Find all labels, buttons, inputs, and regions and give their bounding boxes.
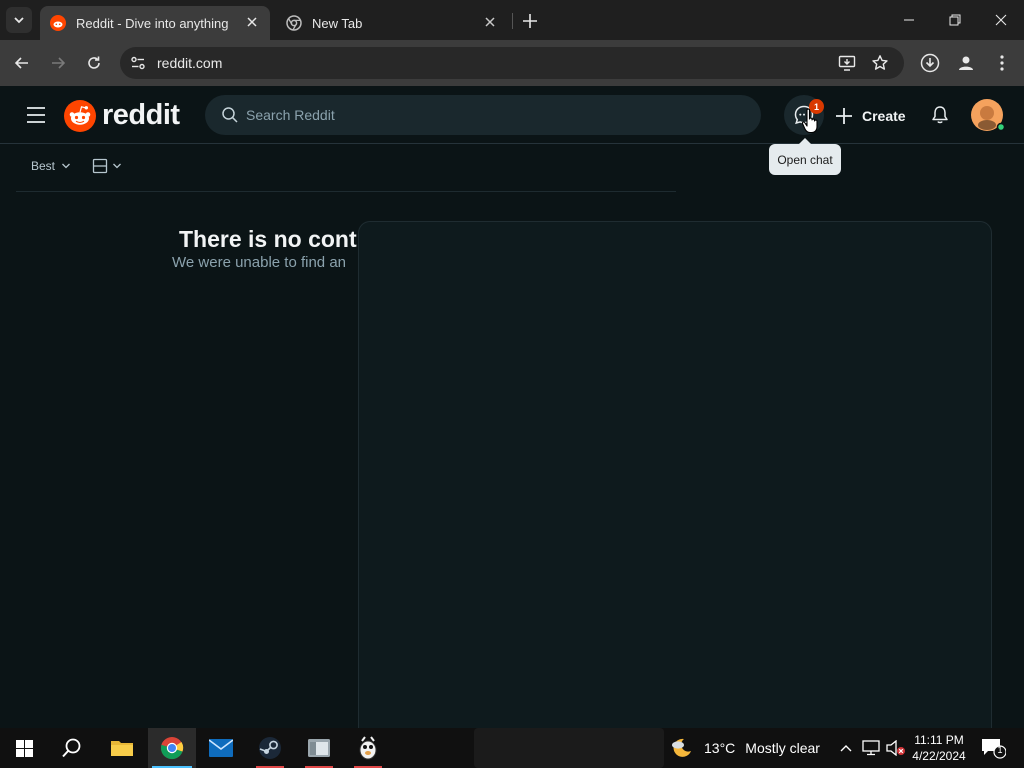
avatar (971, 99, 1006, 132)
notification-count: 1 (997, 745, 1003, 755)
moon-cloud-icon (672, 738, 691, 757)
feed-divider (16, 191, 676, 192)
hamburger-icon (27, 107, 45, 123)
action-center-button[interactable]: 1 (980, 737, 1007, 759)
address-bar[interactable]: reddit.com (120, 47, 904, 79)
chevron-down-icon (62, 163, 70, 169)
profile-button[interactable] (954, 51, 978, 75)
bell-icon (932, 106, 948, 124)
restore-button[interactable] (932, 0, 978, 40)
url-text: reddit.com (157, 55, 223, 71)
sort-dropdown[interactable]: Best (31, 159, 71, 173)
clock-date: 4/22/2024 (912, 749, 966, 763)
create-post-button[interactable]: Create (834, 96, 906, 136)
taskbar-app-character[interactable] (344, 728, 392, 768)
tab-title: New Tab (312, 15, 363, 31)
empty-state-subtitle: We were unable to find an (172, 254, 347, 271)
start-button[interactable] (0, 728, 48, 768)
minimize-icon (904, 19, 914, 21)
arrow-left-icon (14, 57, 28, 69)
site-info-icon[interactable] (130, 55, 146, 71)
reddit-wordmark: reddit (102, 99, 180, 131)
taskbar-search-button[interactable] (48, 728, 96, 768)
chevron-up-icon[interactable] (839, 742, 853, 754)
reload-button[interactable] (82, 51, 106, 75)
tab-reddit[interactable]: Reddit - Dive into anything (40, 6, 270, 40)
search-icon (222, 107, 238, 123)
download-icon (920, 53, 940, 73)
chevron-down-icon (113, 163, 121, 169)
taskbar-blurred-region (474, 728, 664, 768)
open-chat-tooltip: Open chat (769, 138, 841, 175)
forward-button[interactable] (46, 51, 70, 75)
chrome-menu-button[interactable] (990, 51, 1014, 75)
taskbar-mail[interactable] (197, 728, 245, 768)
hand-cursor-icon (801, 108, 818, 134)
weather-temperature: 13°C (704, 740, 736, 756)
close-icon (995, 14, 1007, 26)
close-tab-icon[interactable] (244, 14, 260, 30)
hamburger-menu-button[interactable] (26, 105, 46, 125)
back-button[interactable] (10, 51, 34, 75)
install-app-icon[interactable] (838, 54, 856, 72)
chrome-icon (161, 737, 184, 760)
profile-icon (959, 56, 973, 70)
network-icon[interactable] (862, 740, 880, 756)
windows-logo-icon (15, 739, 33, 757)
search-placeholder: Search Reddit (246, 107, 335, 123)
browser-tab-strip: Reddit - Dive into anything New Tab (0, 0, 1024, 40)
minimize-button[interactable] (886, 0, 932, 40)
taskbar-steam[interactable] (246, 728, 294, 768)
tab-separator (512, 13, 513, 29)
view-mode-dropdown[interactable] (92, 158, 122, 174)
mail-icon (209, 739, 233, 757)
close-window-button[interactable] (978, 0, 1024, 40)
reload-icon (88, 56, 100, 69)
search-icon (62, 738, 81, 758)
tab-title: Reddit - Dive into anything (76, 15, 229, 31)
sort-bar: Best (31, 158, 122, 174)
snoo-icon (64, 99, 96, 132)
downloads-button[interactable] (918, 51, 942, 75)
kebab-menu-icon (1000, 55, 1004, 71)
empty-state-title: There is no cont (179, 226, 357, 252)
arrow-right-icon (52, 57, 66, 69)
reddit-favicon-icon (50, 15, 66, 31)
close-tab-icon[interactable] (482, 14, 498, 30)
plus-icon (836, 108, 852, 124)
bookmark-star-icon[interactable] (871, 54, 889, 72)
notifications-button[interactable] (920, 95, 960, 135)
chrome-favicon-icon (286, 15, 302, 31)
weather-widget[interactable]: 13°C Mostly clear (670, 736, 820, 760)
search-input[interactable]: Search Reddit (205, 95, 761, 135)
app-window-icon (308, 739, 330, 757)
tab-search-button[interactable] (6, 7, 32, 33)
sort-label: Best (31, 159, 56, 173)
new-tab-plus-icon[interactable] (518, 9, 542, 33)
taskbar-file-explorer[interactable] (98, 728, 146, 768)
reddit-logo[interactable]: reddit (64, 99, 180, 132)
clock-time: 11:11 PM (914, 733, 964, 747)
chevron-down-icon (14, 17, 24, 24)
taskbar-chrome[interactable] (148, 728, 196, 768)
folder-icon (111, 741, 133, 756)
restore-icon (949, 14, 961, 26)
steam-icon (259, 737, 281, 759)
system-clock[interactable]: 11:11 PM 4/22/2024 (906, 732, 972, 764)
windows-taskbar: 13°C Mostly clear 11:11 PM 4/22/2024 1 (0, 728, 1024, 768)
user-avatar-button[interactable] (971, 99, 1006, 133)
tab-new-tab[interactable]: New Tab (276, 6, 508, 40)
card-view-icon (92, 158, 108, 174)
volume-muted-icon[interactable] (886, 740, 906, 756)
taskbar-app-window[interactable] (295, 728, 343, 768)
chat-window-panel[interactable] (358, 221, 992, 728)
weather-condition: Mostly clear (745, 740, 820, 756)
browser-toolbar: reddit.com (0, 40, 1024, 86)
mascot-app-icon (359, 736, 377, 760)
create-label: Create (862, 108, 906, 124)
